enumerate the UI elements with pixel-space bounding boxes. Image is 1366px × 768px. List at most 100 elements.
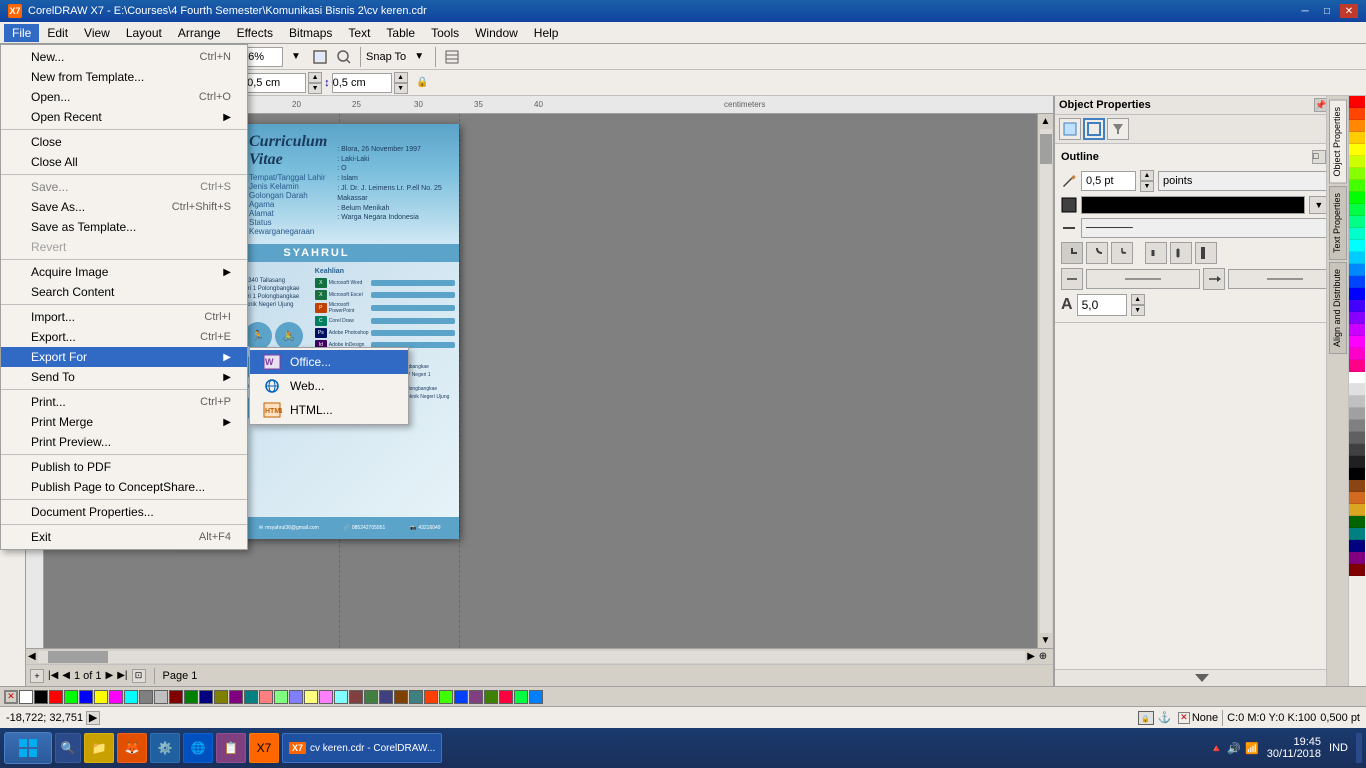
palette-swatch[interactable] xyxy=(424,690,438,704)
outline-line-select[interactable]: ────── xyxy=(1081,218,1342,238)
no-color-btn[interactable]: ✕ xyxy=(4,690,18,704)
palette-swatch[interactable] xyxy=(499,690,513,704)
color-swatch[interactable] xyxy=(1349,504,1365,516)
color-swatch[interactable] xyxy=(1349,408,1365,420)
color-swatch[interactable] xyxy=(1349,540,1365,552)
tab-filter-icon[interactable] xyxy=(1107,118,1129,140)
menu-open[interactable]: Open... Ctrl+O xyxy=(1,87,247,107)
menu-table[interactable]: Table xyxy=(378,24,423,42)
menu-layout[interactable]: Layout xyxy=(118,24,170,42)
palette-swatch[interactable] xyxy=(334,690,348,704)
color-swatch[interactable] xyxy=(1349,300,1365,312)
color-swatch[interactable] xyxy=(1349,288,1365,300)
font-size-up[interactable]: ▲ xyxy=(1131,294,1145,305)
palette-swatch[interactable] xyxy=(49,690,63,704)
y-input[interactable] xyxy=(332,73,392,93)
palette-swatch[interactable] xyxy=(469,690,483,704)
view-btn1[interactable] xyxy=(333,46,355,68)
export-html[interactable]: HTML HTML... xyxy=(250,398,408,422)
menu-new-template[interactable]: New from Template... xyxy=(1,67,247,87)
color-swatch[interactable] xyxy=(1349,312,1365,324)
export-web[interactable]: Web... xyxy=(250,374,408,398)
color-swatch[interactable] xyxy=(1349,96,1365,108)
expand-btn[interactable] xyxy=(1055,669,1348,686)
color-swatch[interactable] xyxy=(1349,216,1365,228)
outline-unit-select[interactable]: points xyxy=(1158,171,1342,191)
color-swatch[interactable] xyxy=(1349,336,1365,348)
menu-edit[interactable]: Edit xyxy=(39,24,76,42)
outline-size-input[interactable] xyxy=(1081,171,1136,191)
menu-new[interactable]: New... Ctrl+N xyxy=(1,47,247,67)
palette-swatch[interactable] xyxy=(394,690,408,704)
palette-swatch[interactable] xyxy=(454,690,468,704)
tray-icon1[interactable]: 🔺 xyxy=(1210,742,1224,755)
settings-btn[interactable]: ⚙️ xyxy=(150,733,180,763)
color-swatch[interactable] xyxy=(1349,444,1365,456)
palette-swatch[interactable] xyxy=(199,690,213,704)
clock-area[interactable]: 19:45 30/11/2018 xyxy=(1267,736,1321,760)
color-swatch[interactable] xyxy=(1349,564,1365,576)
color-swatch[interactable] xyxy=(1349,144,1365,156)
status-icon1[interactable]: 🔒 xyxy=(1138,711,1154,725)
palette-swatch[interactable] xyxy=(319,690,333,704)
color-swatch[interactable] xyxy=(1349,228,1365,240)
zoom-reset-btn[interactable]: ⊕ xyxy=(1035,651,1051,662)
scroll-up-btn[interactable]: ▲ xyxy=(1041,116,1051,127)
tab-outline-icon[interactable] xyxy=(1083,118,1105,140)
tab-fill-icon[interactable] xyxy=(1059,118,1081,140)
color-swatch[interactable] xyxy=(1349,264,1365,276)
palette-swatch[interactable] xyxy=(259,690,273,704)
color-swatch[interactable] xyxy=(1349,240,1365,252)
color-swatch[interactable] xyxy=(1349,372,1365,384)
palette-swatch[interactable] xyxy=(139,690,153,704)
scroll-down-btn[interactable]: ▼ xyxy=(1041,635,1051,646)
page-add-btn[interactable]: + xyxy=(30,669,44,683)
menu-close-all[interactable]: Close All xyxy=(1,152,247,172)
options-btn1[interactable] xyxy=(441,46,463,68)
h-scroll-thumb[interactable] xyxy=(48,651,108,663)
status-icon2[interactable]: ⚓ xyxy=(1158,711,1174,725)
palette-swatch[interactable] xyxy=(34,690,48,704)
palette-swatch[interactable] xyxy=(64,690,78,704)
menu-bitmaps[interactable]: Bitmaps xyxy=(281,24,340,42)
vtab-align[interactable]: Align and Distribute xyxy=(1329,262,1347,354)
menu-send-to[interactable]: Send To ▶ xyxy=(1,367,247,387)
color-swatch[interactable] xyxy=(1349,420,1365,432)
color-swatch[interactable] xyxy=(1349,120,1365,132)
page-first-btn[interactable]: |◀ xyxy=(48,670,58,681)
close-button[interactable]: ✕ xyxy=(1340,4,1358,18)
color-swatch[interactable] xyxy=(1349,516,1365,528)
color-swatch[interactable] xyxy=(1349,456,1365,468)
search-taskbar-btn[interactable]: 🔍 xyxy=(55,733,81,763)
menu-open-recent[interactable]: Open Recent ▶ xyxy=(1,107,247,127)
outline-size-up[interactable]: ▲ xyxy=(1140,170,1154,181)
color-swatch[interactable] xyxy=(1349,492,1365,504)
palette-swatch[interactable] xyxy=(514,690,528,704)
color-swatch[interactable] xyxy=(1349,276,1365,288)
color-swatch[interactable] xyxy=(1349,360,1365,372)
y-up[interactable]: ▲ xyxy=(394,72,408,83)
tray-icon3[interactable]: 📶 xyxy=(1245,742,1259,755)
arrow-none-end-btn[interactable] xyxy=(1203,268,1225,290)
palette-swatch[interactable] xyxy=(304,690,318,704)
color-swatch[interactable] xyxy=(1349,396,1365,408)
page-next-btn[interactable]: ▶ xyxy=(106,670,114,681)
palette-swatch[interactable] xyxy=(94,690,108,704)
page-end-btn[interactable]: ⊡ xyxy=(132,669,146,683)
color-swatch[interactable] xyxy=(1349,528,1365,540)
menu-arrange[interactable]: Arrange xyxy=(170,24,229,42)
color-swatch[interactable] xyxy=(1349,468,1365,480)
v-scrollbar[interactable]: ▲ ▼ xyxy=(1037,114,1053,648)
corner-miter-btn[interactable] xyxy=(1061,242,1083,264)
menu-publish-pdf[interactable]: Publish to PDF xyxy=(1,457,247,477)
menu-save-as[interactable]: Save As... Ctrl+Shift+S xyxy=(1,197,247,217)
menu-import[interactable]: Import... Ctrl+I xyxy=(1,307,247,327)
menu-publish-concept[interactable]: Publish Page to ConceptShare... xyxy=(1,477,247,497)
palette-swatch[interactable] xyxy=(124,690,138,704)
palette-swatch[interactable] xyxy=(184,690,198,704)
scroll-thumb[interactable] xyxy=(1040,134,1052,164)
palette-swatch[interactable] xyxy=(79,690,93,704)
menu-close[interactable]: Close xyxy=(1,132,247,152)
color-swatch[interactable] xyxy=(1349,480,1365,492)
palette-swatch[interactable] xyxy=(349,690,363,704)
